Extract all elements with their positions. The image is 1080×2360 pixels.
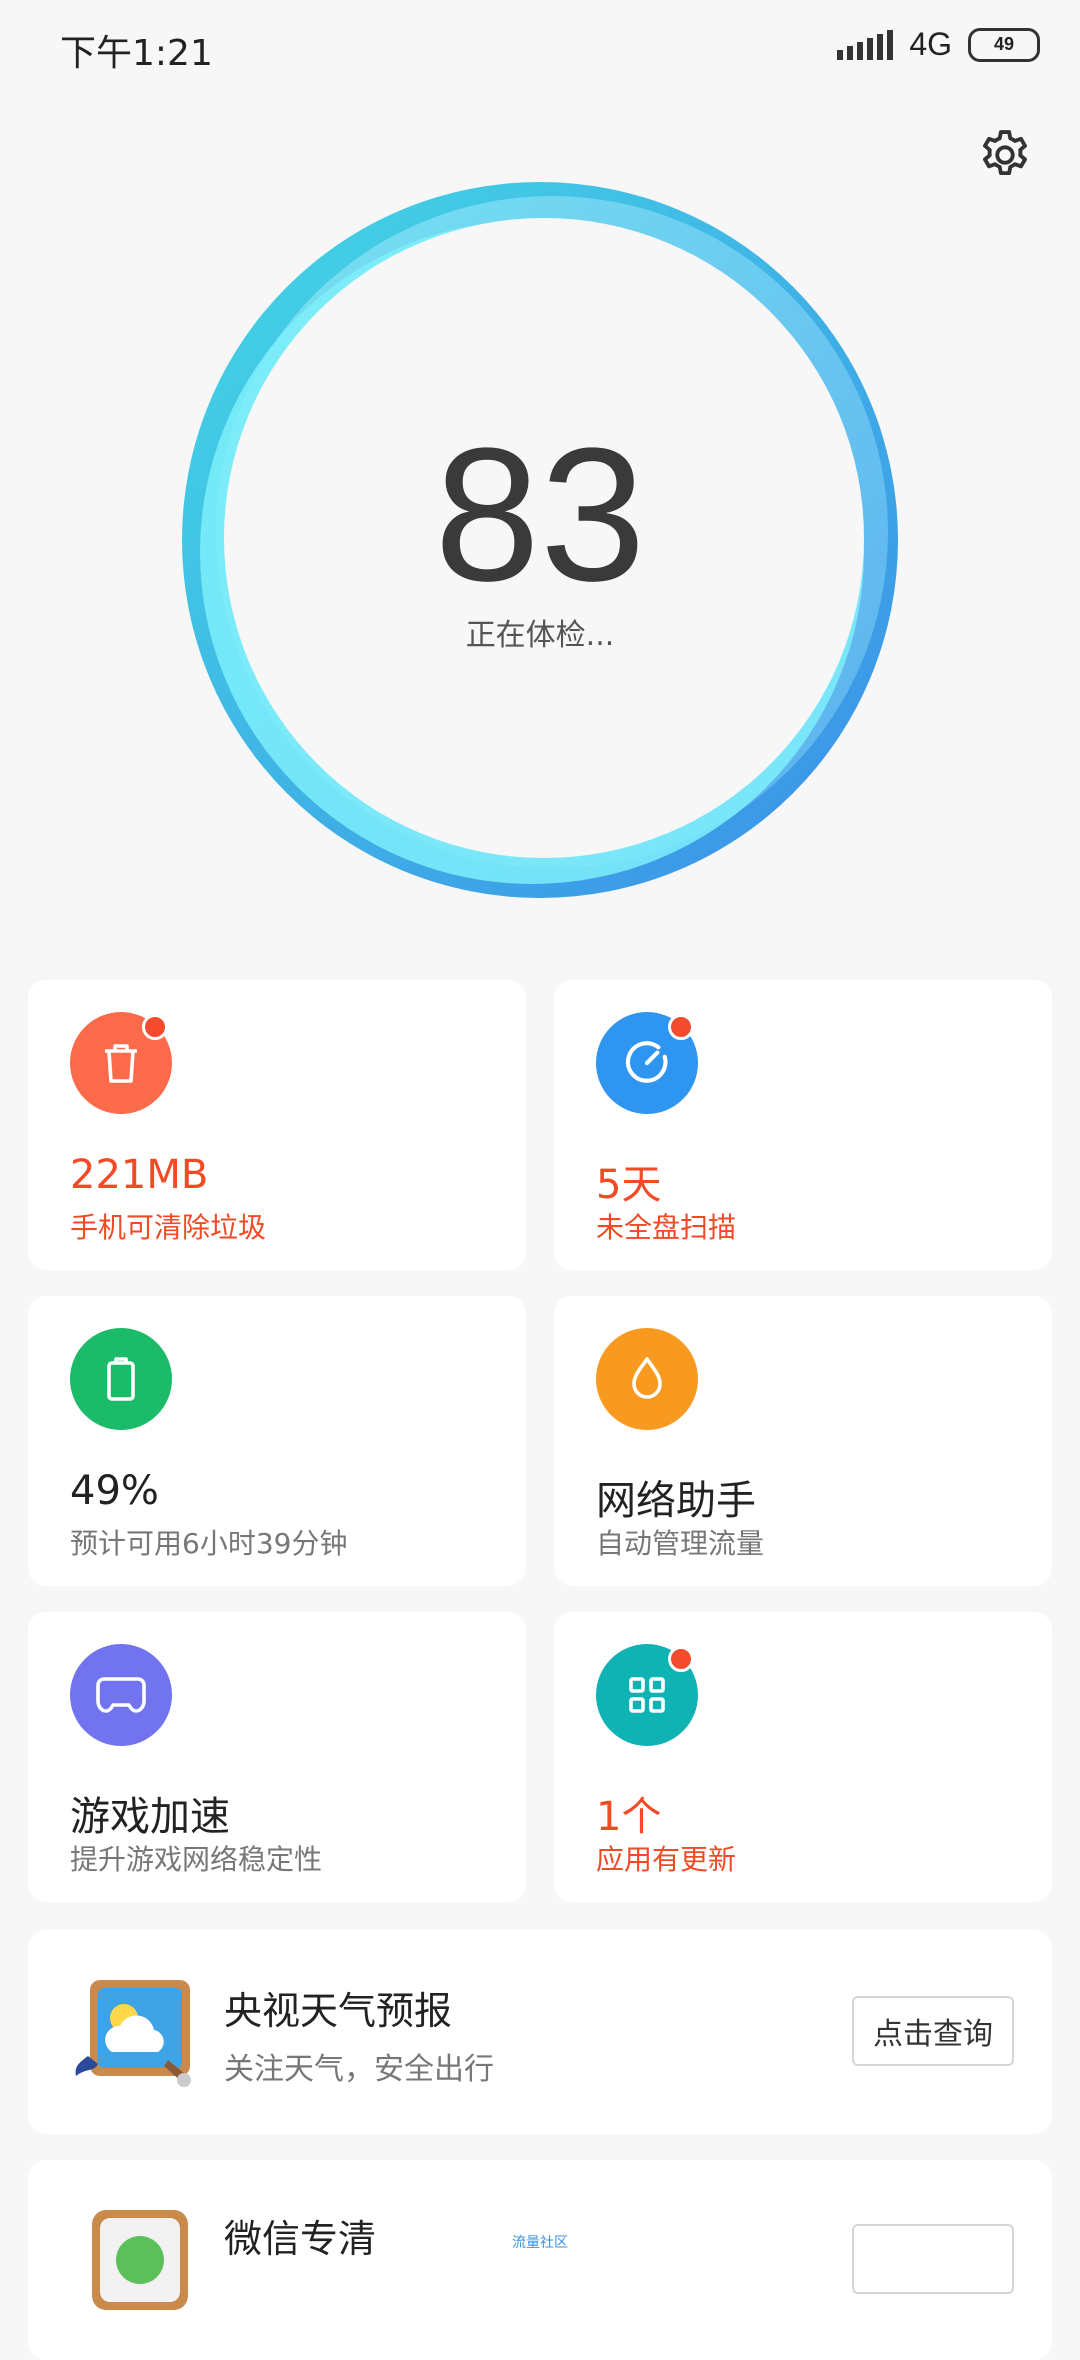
card-battery[interactable]: 49% 预计可用6小时39分钟 bbox=[28, 1296, 526, 1586]
speedometer-icon bbox=[596, 1012, 698, 1114]
card-desc: 应用有更新 bbox=[596, 1843, 737, 1876]
card-value: 网络助手 bbox=[596, 1478, 756, 1524]
battery-level: 49 bbox=[993, 34, 1015, 54]
health-score: 83 bbox=[434, 409, 646, 621]
signal-icon bbox=[837, 29, 894, 60]
promo-tag: 流量社区 bbox=[512, 2235, 568, 2251]
card-desc: 预计可用6小时39分钟 bbox=[70, 1527, 348, 1560]
card-junk-cleaner[interactable]: 221MB 手机可清除垃圾 bbox=[28, 980, 526, 1270]
score-ring[interactable]: 83 正在体检... bbox=[160, 160, 920, 920]
battery-icon bbox=[70, 1328, 172, 1430]
card-value: 49% bbox=[70, 1468, 159, 1514]
promo-title: 微信专清 bbox=[224, 2217, 377, 2261]
card-value: 1个 bbox=[596, 1794, 662, 1840]
card-desc: 手机可清除垃圾 bbox=[70, 1211, 267, 1244]
network-type: 4G bbox=[909, 26, 952, 62]
weather-app-icon bbox=[72, 1972, 212, 2092]
notification-dot bbox=[668, 1646, 694, 1672]
wechat-clean-icon bbox=[72, 2206, 212, 2326]
card-game-boost[interactable]: 游戏加速 提升游戏网络稳定性 bbox=[28, 1612, 526, 1902]
promo-title: 央视天气预报 bbox=[224, 1989, 453, 2033]
droplet-icon bbox=[596, 1328, 698, 1430]
status-time: 下午1:21 bbox=[60, 33, 213, 74]
query-button[interactable]: 点击查询 bbox=[852, 1996, 1014, 2066]
card-value: 游戏加速 bbox=[70, 1794, 230, 1840]
card-desc: 自动管理流量 bbox=[596, 1527, 765, 1560]
status-indicators: 4G 49 bbox=[837, 26, 1040, 63]
status-bar: 下午1:21 4G 49 bbox=[0, 0, 1080, 100]
settings-button[interactable] bbox=[976, 126, 1034, 184]
card-virus-scan[interactable]: 5天 未全盘扫描 bbox=[554, 980, 1052, 1270]
notification-dot bbox=[668, 1014, 694, 1040]
promo-button[interactable] bbox=[852, 2224, 1014, 2294]
apps-grid-icon bbox=[596, 1644, 698, 1746]
trash-icon bbox=[70, 1012, 172, 1114]
card-desc: 提升游戏网络稳定性 bbox=[70, 1843, 323, 1876]
promo-subtitle: 关注天气，安全出行 bbox=[224, 2052, 494, 2087]
scan-status: 正在体检... bbox=[465, 618, 615, 653]
card-value: 221MB bbox=[70, 1152, 209, 1198]
card-app-updates[interactable]: 1个 应用有更新 bbox=[554, 1612, 1052, 1902]
notification-dot bbox=[142, 1014, 168, 1040]
card-desc: 未全盘扫描 bbox=[596, 1211, 737, 1244]
battery-icon: 49 bbox=[968, 27, 1040, 62]
card-value: 5天 bbox=[596, 1162, 662, 1208]
gear-icon bbox=[983, 130, 1027, 176]
gamepad-icon bbox=[70, 1644, 172, 1746]
card-network-assistant[interactable]: 网络助手 自动管理流量 bbox=[554, 1296, 1052, 1586]
promo-weather[interactable]: 央视天气预报 关注天气，安全出行 点击查询 bbox=[28, 1930, 1052, 2134]
promo-wechat-clean[interactable]: 微信专清 流量社区 bbox=[28, 2160, 1052, 2360]
